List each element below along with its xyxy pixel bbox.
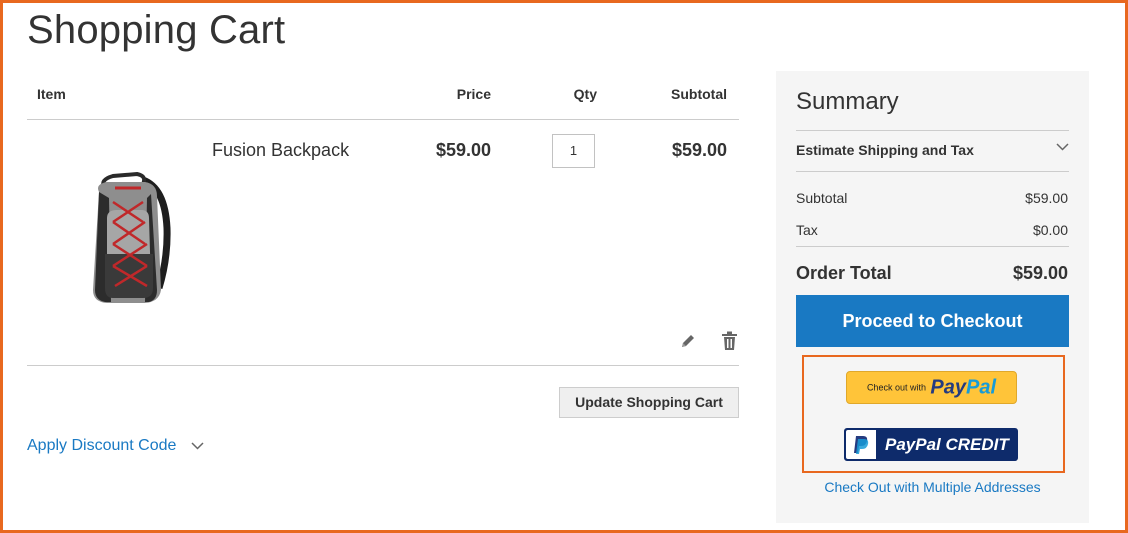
- product-name[interactable]: Fusion Backpack: [212, 140, 349, 161]
- chevron-down-icon[interactable]: [1056, 143, 1069, 151]
- column-header-subtotal: Subtotal: [671, 86, 727, 102]
- paypal-checkout-button[interactable]: Check out with PayPal: [846, 371, 1017, 404]
- summary-divider: [796, 171, 1069, 172]
- item-subtotal: $59.00: [671, 140, 727, 160]
- multiple-addresses-link[interactable]: Check Out with Multiple Addresses: [776, 479, 1089, 495]
- edit-icon[interactable]: [679, 332, 697, 350]
- item-price: $59.00: [435, 140, 491, 160]
- estimate-shipping-toggle[interactable]: Estimate Shipping and Tax: [796, 142, 974, 158]
- tax-value: $0.00: [1032, 222, 1068, 238]
- tax-label: Tax: [796, 222, 818, 238]
- product-image[interactable]: [55, 158, 195, 308]
- paypal-checkout-prefix: Check out with: [866, 382, 926, 393]
- subtotal-label: Subtotal: [796, 190, 848, 206]
- order-total-value: $59.00: [1012, 263, 1068, 283]
- apply-discount-label: Apply Discount Code: [27, 437, 177, 454]
- summary-divider: [796, 246, 1069, 247]
- column-header-price: Price: [456, 86, 491, 102]
- chevron-down-icon: [191, 442, 204, 450]
- apply-discount-toggle[interactable]: Apply Discount Code: [27, 437, 204, 455]
- paypal-credit-button[interactable]: PayPal CREDIT: [844, 428, 1018, 461]
- column-header-qty: Qty: [573, 86, 597, 102]
- item-divider: [27, 365, 739, 366]
- qty-input[interactable]: 1: [552, 134, 595, 168]
- proceed-to-checkout-button[interactable]: Proceed to Checkout: [796, 295, 1069, 347]
- paypal-p-icon: [846, 430, 876, 459]
- header-divider: [27, 119, 739, 120]
- trash-icon[interactable]: [721, 331, 738, 351]
- summary-title: Summary: [796, 88, 899, 115]
- order-total-label: Order Total: [796, 263, 892, 283]
- subtotal-value: $59.00: [1025, 190, 1068, 206]
- summary-divider: [796, 130, 1069, 131]
- paypal-credit-label: PayPal CREDIT: [885, 435, 1009, 454]
- update-cart-button[interactable]: Update Shopping Cart: [559, 387, 739, 418]
- column-header-item: Item: [37, 86, 66, 102]
- page-title: Shopping Cart: [27, 8, 286, 52]
- paypal-logo: PayPal: [930, 376, 997, 399]
- summary-panel: Summary Estimate Shipping and Tax Subtot…: [776, 71, 1089, 523]
